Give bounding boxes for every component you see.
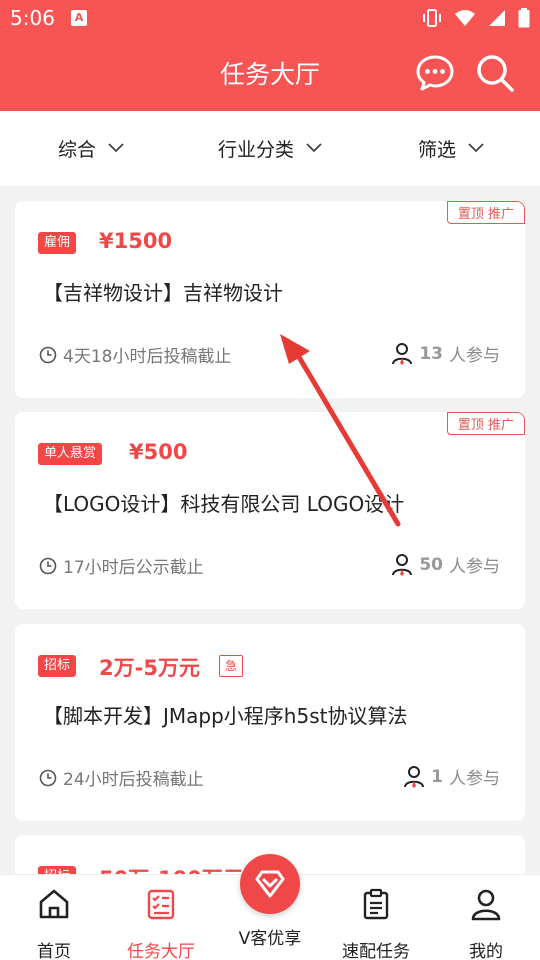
status-time: 5:06 <box>10 6 55 30</box>
user-icon <box>392 342 413 365</box>
task-deadline: 24小时后投稿截止 <box>39 765 204 790</box>
signal-icon <box>489 10 505 26</box>
pinned-promo-tag: 置顶 推广 <box>446 201 525 224</box>
tab-task-hall[interactable]: 任务大厅 <box>111 887 211 960</box>
participants: 13 人参与 <box>391 341 500 366</box>
task-title: 【吉祥物设计】吉祥物设计 <box>43 281 283 305</box>
tab-mine[interactable]: 我的 <box>436 887 536 960</box>
diamond-chevron-icon <box>255 870 285 898</box>
participant-label: 人参与 <box>449 769 500 789</box>
profile-icon <box>471 889 501 921</box>
task-list-icon <box>147 889 175 920</box>
tab-home[interactable]: 首页 <box>4 887 104 960</box>
home-icon <box>39 889 69 919</box>
search-icon[interactable] <box>475 53 515 93</box>
task-type-badge: 雇佣 <box>38 232 77 254</box>
page-title: 任务大厅 <box>219 60 320 89</box>
clock-icon <box>39 769 57 786</box>
task-card[interactable]: 招标 2万-5万元 急 【脚本开发】JMapp小程序h5st协议算法 24小时后… <box>15 624 525 821</box>
user-icon <box>404 765 425 788</box>
tab-label: 我的 <box>469 942 503 960</box>
task-deadline: 4天18小时后投稿截止 <box>39 342 231 367</box>
filter-bar: 综合 行业分类 筛选 <box>0 111 540 186</box>
task-price: ¥500 <box>129 440 188 464</box>
task-price: 2万-5万元 <box>99 656 200 680</box>
task-title: 【LOGO设计】科技有限公司 LOGO设计 <box>43 492 405 516</box>
filter-comprehensive[interactable]: 综合 <box>58 135 124 161</box>
task-type-badge: 单人悬赏 <box>38 443 103 465</box>
chevron-down-icon <box>306 143 322 153</box>
wifi-icon <box>455 10 475 26</box>
chevron-down-icon <box>468 143 484 153</box>
message-icon[interactable] <box>415 53 455 93</box>
participant-label: 人参与 <box>449 557 500 577</box>
urgent-badge: 急 <box>219 655 243 677</box>
participant-count: 1 <box>431 766 443 787</box>
tab-label: 任务大厅 <box>127 942 195 960</box>
participant-label: 人参与 <box>449 346 500 366</box>
tab-quick-match[interactable]: 速配任务 <box>326 887 426 960</box>
filter-industry[interactable]: 行业分类 <box>218 135 322 161</box>
clock-icon <box>39 346 57 363</box>
participants: 1 人参与 <box>403 764 500 789</box>
filter-label: 综合 <box>58 138 97 161</box>
clipboard-icon <box>363 888 389 920</box>
deadline-text: 4天18小时后投稿截止 <box>63 347 232 367</box>
vibrate-icon <box>423 9 441 27</box>
user-icon <box>392 553 413 576</box>
status-icons <box>422 8 530 28</box>
task-price: ¥1500 <box>99 229 173 253</box>
tab-label: 首页 <box>37 942 71 960</box>
deadline-text: 24小时后投稿截止 <box>63 770 204 790</box>
filter-screen[interactable]: 筛选 <box>418 135 484 161</box>
filter-label: 行业分类 <box>218 138 295 161</box>
filter-label: 筛选 <box>418 138 457 161</box>
status-bar: 5:06 A <box>0 0 540 36</box>
task-card[interactable]: 置顶 推广 单人悬赏 ¥500 【LOGO设计】科技有限公司 LOGO设计 17… <box>15 412 525 609</box>
pinned-promo-tag: 置顶 推广 <box>446 412 525 435</box>
notification-a-icon: A <box>71 10 87 26</box>
participants: 50 人参与 <box>391 552 500 577</box>
chevron-down-icon <box>108 143 124 153</box>
participant-count: 50 <box>419 554 443 575</box>
task-card[interactable]: 置顶 推广 雇佣 ¥1500 【吉祥物设计】吉祥物设计 4天18小时后投稿截止 … <box>15 201 525 398</box>
participant-count: 13 <box>419 343 443 364</box>
deadline-text: 17小时后公示截止 <box>63 558 204 578</box>
task-title: 【脚本开发】JMapp小程序h5st协议算法 <box>43 704 408 728</box>
tab-vke-label[interactable]: V客优享 <box>220 924 320 949</box>
task-type-badge: 招标 <box>38 655 77 677</box>
clock-icon <box>39 557 57 574</box>
task-deadline: 17小时后公示截止 <box>39 553 204 578</box>
battery-icon <box>518 8 530 28</box>
tab-vke-button[interactable] <box>240 854 300 914</box>
app-header: 5:06 A 任务大厅 <box>0 0 540 111</box>
tab-label: 速配任务 <box>342 942 410 960</box>
